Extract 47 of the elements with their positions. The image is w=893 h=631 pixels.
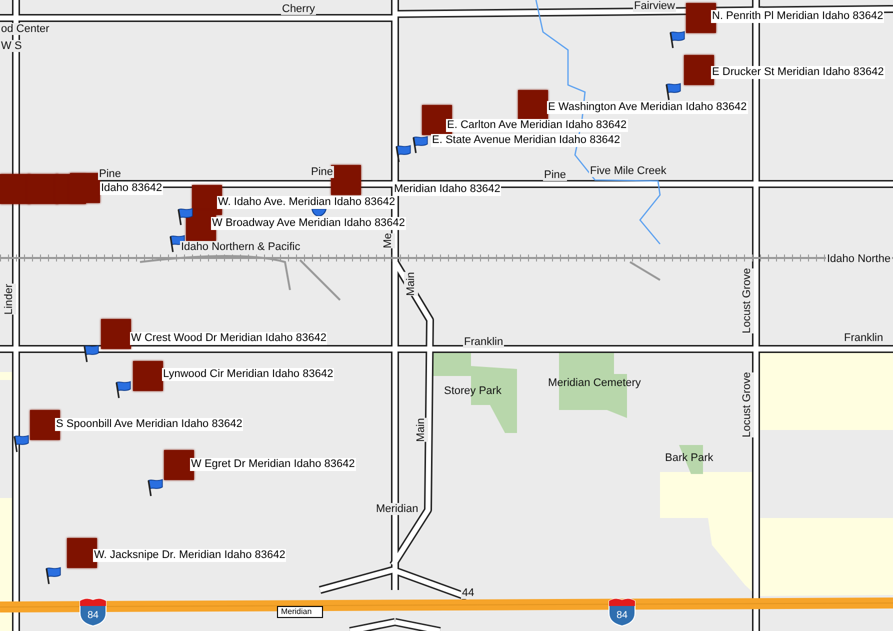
- address-label[interactable]: N. Penrith Pl Meridian Idaho 83642: [711, 10, 884, 23]
- redaction-block: [101, 319, 131, 349]
- road-label: Me: [381, 233, 395, 248]
- address-label[interactable]: E. Carlton Ave Meridian Idaho 83642: [446, 119, 628, 132]
- address-label[interactable]: E Drucker St Meridian Idaho 83642: [711, 66, 885, 79]
- road-label: W S: [0, 40, 23, 52]
- redaction-block: [70, 173, 100, 203]
- road-label: 44: [461, 587, 476, 599]
- road-label: Franklin: [843, 332, 884, 344]
- interstate-shield: 84: [80, 598, 106, 626]
- address-label[interactable]: E Washington Ave Meridian Idaho 83642: [547, 101, 748, 114]
- road-label: Linder: [2, 284, 16, 315]
- road-label: Idaho Northe: [826, 253, 892, 265]
- road-label: Idaho Northern & Pacific: [180, 241, 302, 253]
- interstate-shield: 84: [608, 598, 636, 626]
- redaction-block: [133, 361, 163, 391]
- road-label: Locust Grove: [740, 268, 754, 334]
- road-label: Franklin: [463, 336, 504, 348]
- address-label[interactable]: W Crest Wood Dr Meridian Idaho 83642: [130, 332, 328, 345]
- address-label[interactable]: Lynwood Cir Meridian Idaho 83642: [162, 368, 334, 381]
- road-label: Meridian: [375, 503, 420, 515]
- address-label[interactable]: S Spoonbill Ave Meridian Idaho 83642: [55, 418, 244, 431]
- place-label: Meridian Cemetery: [548, 377, 641, 390]
- road-label: Pine: [310, 166, 334, 178]
- road-label: Five Mile Creek: [589, 165, 668, 177]
- address-label[interactable]: W Egret Dr Meridian Idaho 83642: [190, 458, 356, 471]
- redaction-block: [0, 174, 30, 204]
- road-label: Locust Grove: [740, 372, 754, 438]
- redaction-block: [684, 55, 714, 85]
- place-label: Storey Park: [444, 385, 502, 398]
- address-label[interactable]: Meridian Idaho 83642: [393, 183, 502, 196]
- exit-sign: Meridian: [277, 606, 323, 618]
- address-label[interactable]: W. Idaho Ave. Meridian Idaho 83642: [217, 196, 396, 209]
- road-label: Cherry: [281, 3, 316, 15]
- redaction-block: [331, 165, 361, 195]
- road-label: Fairview: [633, 0, 676, 12]
- road-label: Pine: [543, 169, 568, 181]
- road-label: Main: [414, 418, 428, 442]
- road-label: Main: [404, 272, 418, 296]
- address-label[interactable]: Idaho 83642: [100, 182, 164, 195]
- road-label: Pine: [98, 168, 122, 180]
- address-label[interactable]: W. Jacksnipe Dr. Meridian Idaho 83642: [93, 549, 286, 562]
- road-label: od Center: [0, 23, 50, 35]
- address-label[interactable]: W Broadway Ave Meridian Idaho 83642: [211, 217, 406, 230]
- address-label[interactable]: E. State Avenue Meridian Idaho 83642: [431, 134, 622, 147]
- place-label: Bark Park: [665, 452, 714, 465]
- redaction-block: [518, 90, 548, 120]
